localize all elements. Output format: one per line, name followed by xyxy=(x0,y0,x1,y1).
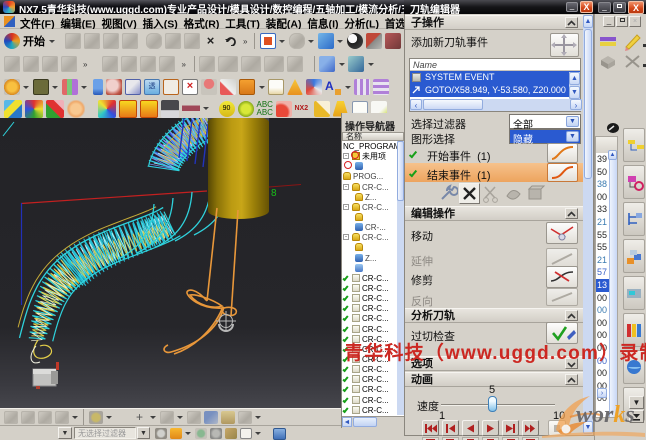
svg-text:works: works xyxy=(576,402,635,428)
svg-text:8: 8 xyxy=(271,188,277,199)
